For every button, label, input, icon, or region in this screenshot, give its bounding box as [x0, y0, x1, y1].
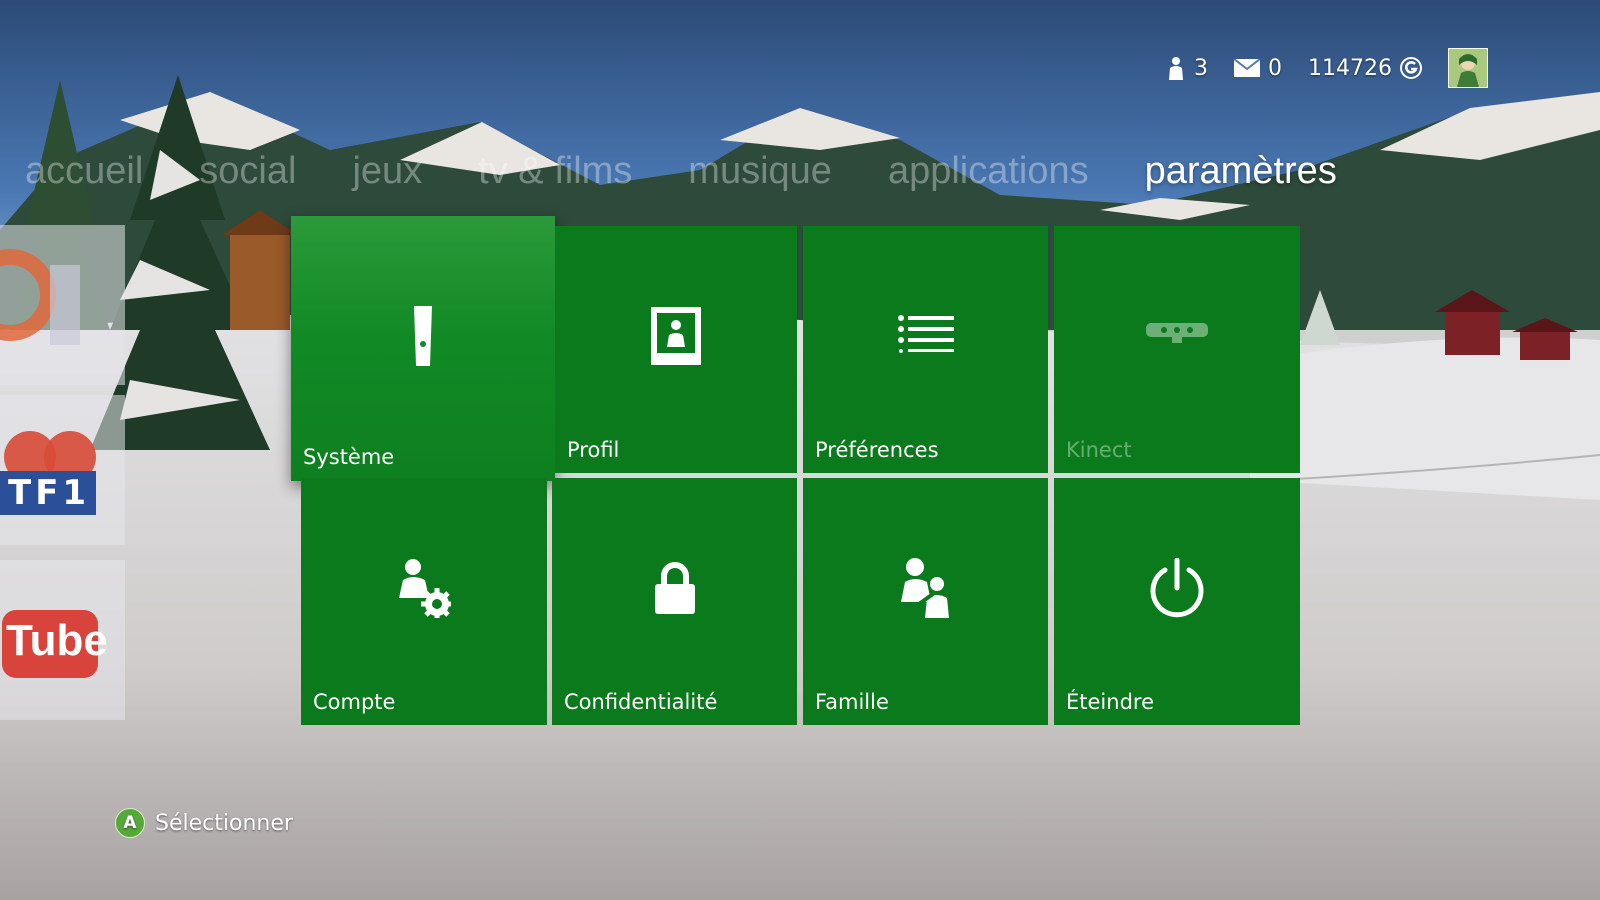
tab-jeux[interactable]: jeux: [352, 150, 422, 193]
tf1-logo-icon: [0, 431, 96, 515]
tab-applications[interactable]: applications: [888, 150, 1089, 193]
tile-famille[interactable]: Famille: [803, 478, 1048, 725]
youtube-label: Tube: [6, 616, 108, 665]
tile-label: Kinect: [1066, 438, 1132, 462]
background-scene: [0, 0, 1600, 900]
channel-logo-icon: [0, 249, 80, 345]
tile-label: Éteindre: [1066, 690, 1154, 714]
mail-icon: [1234, 59, 1261, 77]
tile-systeme[interactable]: Système: [291, 216, 555, 481]
avatar-image-icon: [1449, 49, 1487, 87]
tile-confidentialite[interactable]: Confidentialité: [552, 478, 797, 725]
power-icon: [1150, 558, 1204, 618]
console-icon: [414, 306, 432, 366]
tile-label: Système: [303, 445, 395, 469]
side-tile-channel[interactable]: [0, 225, 125, 385]
avatar[interactable]: [1448, 48, 1488, 88]
gamerscore-icon: [1400, 57, 1422, 79]
tile-label: Confidentialité: [564, 690, 718, 714]
friend-icon: [1169, 57, 1184, 80]
side-tile-tf1[interactable]: TF1: [0, 395, 125, 545]
tab-social[interactable]: social: [199, 150, 296, 193]
family-icon: [900, 558, 949, 618]
tile-label: Profil: [567, 438, 620, 462]
tab-tv-films[interactable]: tv & films: [478, 150, 632, 193]
tile-label: Famille: [815, 690, 889, 714]
kinect-icon: [1146, 323, 1208, 343]
lock-icon: [654, 562, 695, 614]
tab-parametres[interactable]: paramètres: [1145, 150, 1337, 193]
gamerscore: 114726: [1308, 56, 1422, 81]
tile-label: Compte: [313, 690, 396, 714]
tile-compte[interactable]: Compte: [301, 478, 547, 725]
select-hint: A Sélectionner: [115, 808, 293, 838]
a-button-icon: A: [115, 808, 145, 838]
list-icon: [897, 315, 954, 353]
tab-musique[interactable]: musique: [688, 150, 832, 193]
account-gear-icon: [399, 559, 451, 618]
tile-eteindre[interactable]: Éteindre: [1054, 478, 1300, 725]
tab-accueil[interactable]: accueil: [25, 150, 143, 193]
tile-profil[interactable]: Profil: [555, 226, 797, 473]
tf1-label: TF1: [8, 473, 91, 513]
gamerscore-value: 114726: [1308, 55, 1392, 81]
side-tile-youtube[interactable]: Tube: [0, 560, 125, 720]
profile-card-icon: [651, 307, 701, 365]
select-hint-label: Sélectionner: [155, 810, 293, 836]
tile-kinect[interactable]: Kinect: [1054, 226, 1300, 473]
tile-label: Préférences: [815, 438, 939, 462]
messages-count: 0: [1268, 55, 1283, 81]
messages[interactable]: 0: [1234, 56, 1282, 81]
friends-online[interactable]: 3: [1166, 56, 1208, 81]
main-nav: accueil social jeux tv & films musique a…: [25, 150, 1393, 193]
friends-count: 3: [1194, 55, 1209, 81]
status-bar: 3 0 114726: [1166, 48, 1488, 88]
tile-preferences[interactable]: Préférences: [803, 226, 1048, 473]
